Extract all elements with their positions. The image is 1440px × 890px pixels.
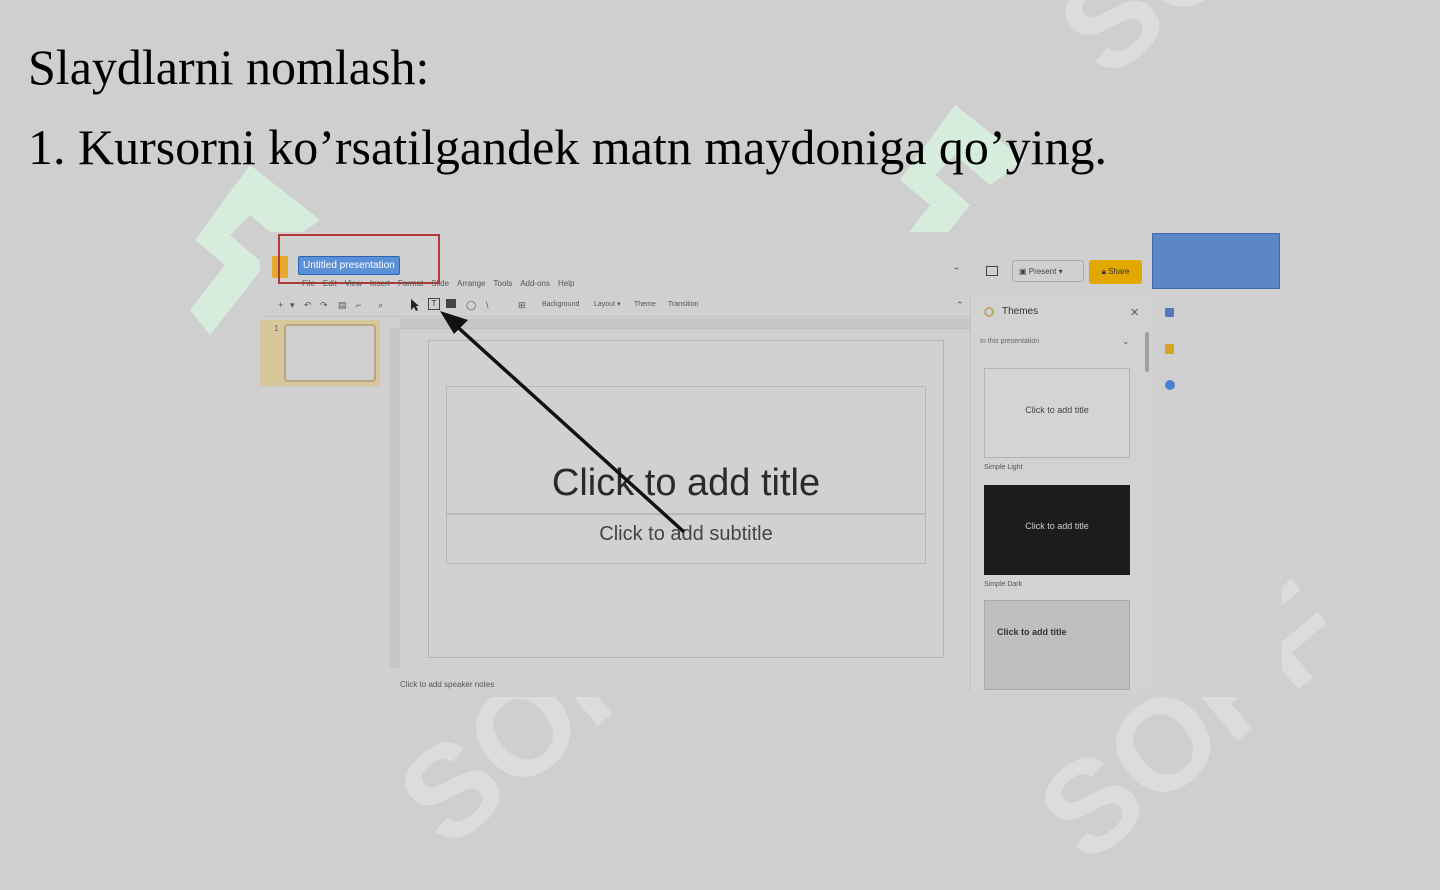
slide-heading: Slaydlarni nomlash:: [28, 39, 430, 95]
watermark-text: SOFF: [1030, 0, 1392, 105]
instruction-step: 1. Kursorni ko’rsatilgandek matn maydoni…: [28, 119, 1107, 175]
pointer-arrow: [440, 311, 686, 534]
slides-screenshot: Untitled presentation File Edit View Ins…: [260, 232, 1282, 697]
